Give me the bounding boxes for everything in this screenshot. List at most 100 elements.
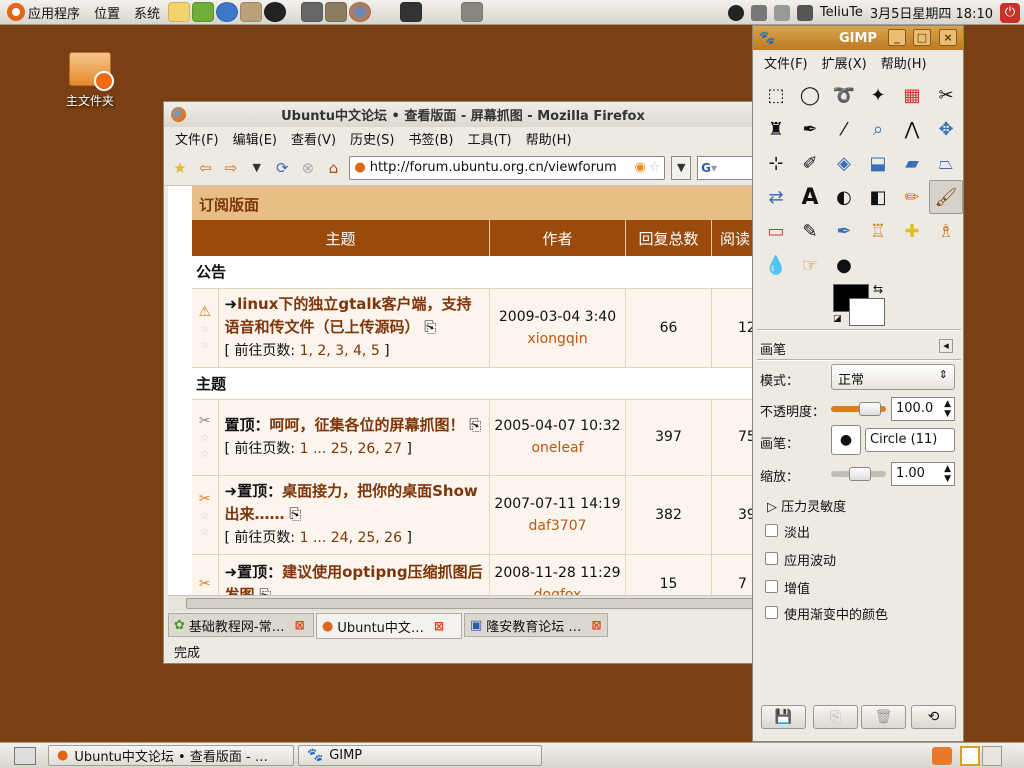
menu-history[interactable]: 历史(S) <box>343 129 401 148</box>
save-options-button[interactable]: 💾 <box>761 705 806 729</box>
heal-tool-icon[interactable]: ✚ <box>895 214 929 248</box>
scale-slider-knob[interactable] <box>849 467 871 481</box>
fade-checkbox[interactable] <box>765 524 778 537</box>
network-icon[interactable] <box>750 4 767 21</box>
back-button[interactable]: ⇦ <box>196 158 216 178</box>
close-tab-icon[interactable]: ⊠ <box>591 618 601 632</box>
shear-tool-icon[interactable]: ▰ <box>895 146 929 180</box>
menu-edit[interactable]: 编辑(E) <box>226 129 284 148</box>
workspace-1[interactable] <box>960 746 980 766</box>
align-tool-icon[interactable]: ⊹ <box>759 146 793 180</box>
gradient-checkbox[interactable] <box>765 606 778 619</box>
blur-tool-icon[interactable]: 💧 <box>759 248 793 282</box>
dodge-burn-tool-icon[interactable]: ● <box>827 248 861 282</box>
delete-options-button[interactable]: 🗑 <box>861 705 906 729</box>
pidgin-launcher-icon[interactable] <box>168 2 191 22</box>
brush-name-field[interactable]: Circle (11) <box>865 428 955 452</box>
system-menu[interactable]: 系统 <box>127 0 167 25</box>
topic-link[interactable]: 呵呵，征集各位的屏幕抓图！ <box>270 416 465 434</box>
tab-ubuntu[interactable]: ● Ubuntu中文… ⊠ <box>316 613 462 639</box>
reload-button[interactable]: ⟳ <box>273 158 293 178</box>
gimp-titlebar[interactable]: 🐾 GIMP _ □ × <box>753 26 963 50</box>
col-topic[interactable]: 主题 <box>192 220 490 256</box>
home-button[interactable]: ⌂ <box>324 158 344 178</box>
paths-tool-icon[interactable]: ✒ <box>793 112 827 146</box>
goto-new-icon[interactable]: ➜ <box>225 563 238 581</box>
screenshot-launcher-icon[interactable] <box>461 2 484 22</box>
background-color-swatch[interactable] <box>849 298 885 326</box>
gimp-menu-xtns[interactable]: 扩展(X) <box>815 53 874 72</box>
jitter-checkbox[interactable] <box>765 552 778 565</box>
scale-tool-icon[interactable]: ⬓ <box>861 146 895 180</box>
mode-select[interactable]: 正常 ⇕ <box>831 364 955 390</box>
menu-file[interactable]: 文件(F) <box>168 129 226 148</box>
user-name[interactable]: TeliuTe <box>820 5 863 20</box>
pressure-expander[interactable]: ▷ 压力灵敏度 <box>767 496 846 515</box>
gimp-menu-file[interactable]: 文件(F) <box>757 53 815 72</box>
horizontal-scrollbar[interactable] <box>168 595 762 611</box>
smudge-tool-icon[interactable]: ☞ <box>793 248 827 282</box>
workspace-2[interactable] <box>982 746 1002 766</box>
foreground-select-tool-icon[interactable]: ♜ <box>759 112 793 146</box>
brush-preview-icon[interactable]: ● <box>831 425 861 455</box>
scrollbar-thumb[interactable] <box>186 598 756 609</box>
pencil-tool-icon[interactable]: ✏ <box>895 180 929 214</box>
search-input[interactable]: G ▾ <box>697 155 757 180</box>
url-bar[interactable]: ● http://forum.ubuntu.org.cn/viewforum ◉… <box>349 155 666 180</box>
perspective-tool-icon[interactable]: ⏢ <box>929 146 963 180</box>
measure-tool-icon[interactable]: ⋀ <box>895 112 929 146</box>
firefox-titlebar[interactable]: Ubuntu中文论坛 • 查看版面 - 屏幕抓图 - Mozilla Firef… <box>164 102 762 127</box>
close-button[interactable]: × <box>939 29 957 46</box>
color-picker-tool-icon[interactable]: ⁄ <box>827 112 861 146</box>
tab-jichu[interactable]: ✿ 基础教程网-常… ⊠ <box>168 613 314 637</box>
fuzzy-select-tool-icon[interactable]: ✦ <box>861 78 895 112</box>
perspective-clone-tool-icon[interactable]: ♗ <box>929 214 963 248</box>
zoom-tool-icon[interactable]: ⌕ <box>861 112 895 146</box>
places-menu[interactable]: 位置 <box>87 0 127 25</box>
default-colors-icon[interactable]: ◪ <box>833 314 842 324</box>
spin-arrows-icon[interactable]: ▲ ▼ <box>944 399 951 419</box>
color-select-tool-icon[interactable]: ▦ <box>895 78 929 112</box>
terminal-launcher-icon[interactable] <box>400 2 423 22</box>
ink-tool-icon[interactable]: ✒ <box>827 214 861 248</box>
reset-options-button[interactable]: ⟲ <box>911 705 956 729</box>
spin-arrows-icon[interactable]: ▲ ▼ <box>944 464 951 484</box>
star-icon[interactable]: ☆ <box>649 160 661 175</box>
blend-tool-icon[interactable]: ◧ <box>861 180 895 214</box>
gimp-launcher-icon[interactable] <box>325 2 348 22</box>
taskbar-firefox[interactable]: ● Ubuntu中文论坛 • 查看版面 - … <box>48 745 294 766</box>
stop-button[interactable]: ⊗ <box>298 158 318 178</box>
scissors-tool-icon[interactable]: ✂ <box>929 78 963 112</box>
clock[interactable]: 3月5日星期四 18:10 <box>870 3 993 22</box>
menu-tools[interactable]: 工具(T) <box>461 129 519 148</box>
printer-icon[interactable] <box>773 4 790 21</box>
trash-icon[interactable] <box>932 747 952 765</box>
opacity-slider-knob[interactable] <box>859 402 881 416</box>
tab-longan[interactable]: ▣ 隆安教育论坛 … ⊠ <box>464 613 608 637</box>
url-dropdown-icon[interactable]: ▼ <box>671 155 692 180</box>
bucket-fill-tool-icon[interactable]: ◐ <box>827 180 861 214</box>
text-tool-icon[interactable]: A <box>793 180 827 214</box>
applications-menu[interactable]: 应用程序 <box>0 0 87 25</box>
options-menu-icon[interactable]: ◂ <box>939 339 953 353</box>
rect-select-tool-icon[interactable]: ⬚ <box>759 78 793 112</box>
history-dropdown-icon[interactable]: ▼ <box>247 158 267 178</box>
taskbar-gimp[interactable]: 🐾 GIMP <box>298 745 542 766</box>
package-launcher-icon[interactable] <box>240 2 263 22</box>
paintbrush-tool-icon[interactable]: 🖌 <box>929 180 963 214</box>
show-desktop-icon[interactable] <box>14 747 36 765</box>
crop-tool-icon[interactable]: ✐ <box>793 146 827 180</box>
airbrush-tool-icon[interactable]: ✎ <box>793 214 827 248</box>
leaf-launcher-icon[interactable] <box>192 2 215 22</box>
swap-colors-icon[interactable]: ⇆ <box>873 282 883 296</box>
minimize-button[interactable]: _ <box>888 29 906 46</box>
restore-options-button[interactable]: ⎘ <box>813 705 858 729</box>
qq-tray-icon[interactable] <box>727 4 744 21</box>
volume-icon[interactable] <box>796 4 813 21</box>
rotate-tool-icon[interactable]: ◈ <box>827 146 861 180</box>
goto-new-icon[interactable]: ➜ <box>225 482 238 500</box>
incremental-checkbox[interactable] <box>765 580 778 593</box>
scale-spinbox[interactable]: 1.00 ▲ ▼ <box>891 462 955 486</box>
qq-launcher-icon[interactable] <box>264 2 287 22</box>
ellipse-select-tool-icon[interactable]: ◯ <box>793 78 827 112</box>
